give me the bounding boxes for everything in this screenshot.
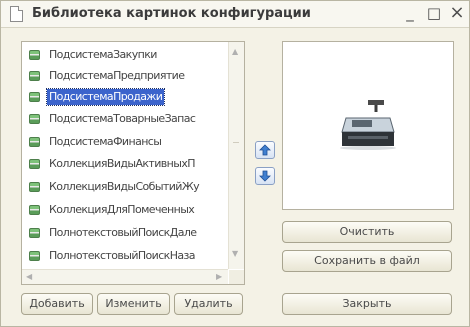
- close-window-button[interactable]: ×: [448, 4, 466, 22]
- maximize-button[interactable]: □: [425, 4, 443, 22]
- move-up-button[interactable]: [255, 141, 275, 159]
- list-item-label: ПолнотекстовыйПоискДале: [49, 226, 197, 239]
- list-item-label: КоллекцияВидыАктивныхП: [49, 157, 196, 170]
- scroll-up-arrow-icon[interactable]: ▲: [232, 48, 238, 56]
- list-item[interactable]: КоллекцияДляПомеченных: [22, 200, 228, 220]
- list-item[interactable]: ПодсистемаФинансы: [22, 132, 228, 152]
- scroll-right-arrow-icon[interactable]: ▶: [216, 273, 222, 281]
- subsystem-icon: [29, 92, 40, 102]
- add-button[interactable]: Добавить: [21, 293, 93, 315]
- close-button[interactable]: Закрыть: [282, 293, 452, 315]
- subsystem-icon: [29, 159, 40, 169]
- list-item[interactable]: КоллекцияВидыСобытийЖу: [22, 177, 228, 197]
- list-item[interactable]: ПодсистемаТоварныеЗапас: [22, 109, 228, 129]
- minimize-button[interactable]: _: [401, 4, 419, 22]
- cash-register-icon: [340, 100, 396, 150]
- list-item-label: ПодсистемаФинансы: [49, 135, 162, 148]
- arrow-up-icon: [259, 144, 271, 156]
- list-item-label: КоллекцияДляПомеченных: [49, 203, 195, 216]
- edit-button[interactable]: Изменить: [97, 293, 170, 315]
- subsystem-icon: [29, 50, 40, 60]
- vertical-scrollbar[interactable]: ▲ ▼: [228, 42, 244, 269]
- list-item-label: КоллекцияВидыСобытийЖу: [49, 180, 200, 193]
- subsystem-icon: [29, 228, 40, 238]
- subsystem-icon: [29, 114, 40, 124]
- window-title: Библиотека картинок конфигурации: [32, 6, 311, 21]
- list-item[interactable]: ПодсистемаЗакупки: [22, 45, 228, 65]
- arrow-down-icon: [259, 170, 271, 182]
- scroll-grip: [233, 142, 239, 143]
- subsystem-icon: [29, 71, 40, 81]
- scroll-left-arrow-icon[interactable]: ◀: [26, 273, 32, 281]
- scroll-down-arrow-icon[interactable]: ▼: [232, 250, 238, 258]
- picture-preview: [282, 41, 454, 210]
- list-item-label: ПодсистемаПродажи: [45, 88, 166, 106]
- subsystem-icon: [29, 182, 40, 192]
- list-item-label: ПодсистемаЗакупки: [49, 48, 157, 61]
- horizontal-scrollbar[interactable]: ◀ ▶: [22, 269, 228, 284]
- save-to-file-button[interactable]: Сохранить в файл: [282, 250, 452, 272]
- move-down-button[interactable]: [255, 167, 275, 185]
- list-item-label: ПолнотекстовыйПоискНаза: [49, 249, 196, 262]
- list-item[interactable]: ПолнотекстовыйПоискНаза: [22, 246, 228, 266]
- subsystem-icon: [29, 251, 40, 261]
- scrollbar-corner: [229, 270, 244, 284]
- list-item-label: ПодсистемаПредприятие: [49, 69, 185, 82]
- list-item[interactable]: ПодсистемаПредприятие: [22, 66, 228, 86]
- subsystem-icon: [29, 205, 40, 215]
- list-item-selected[interactable]: ПодсистемаПродажи: [22, 87, 228, 107]
- delete-button[interactable]: Удалить: [174, 293, 243, 315]
- list-item[interactable]: ПолнотекстовыйПоискДале: [22, 223, 228, 243]
- clear-button[interactable]: Очистить: [282, 221, 452, 243]
- picture-list[interactable]: ПодсистемаЗакупки ПодсистемаПредприятие …: [21, 41, 245, 285]
- title-bar: Библиотека картинок конфигурации _ □ ×: [1, 1, 469, 28]
- list-item-label: ПодсистемаТоварныеЗапас: [49, 112, 196, 125]
- list-item[interactable]: КоллекцияВидыАктивныхП: [22, 154, 228, 174]
- document-icon: [10, 6, 23, 22]
- library-window: Библиотека картинок конфигурации _ □ × П…: [0, 0, 470, 327]
- subsystem-icon: [29, 137, 40, 147]
